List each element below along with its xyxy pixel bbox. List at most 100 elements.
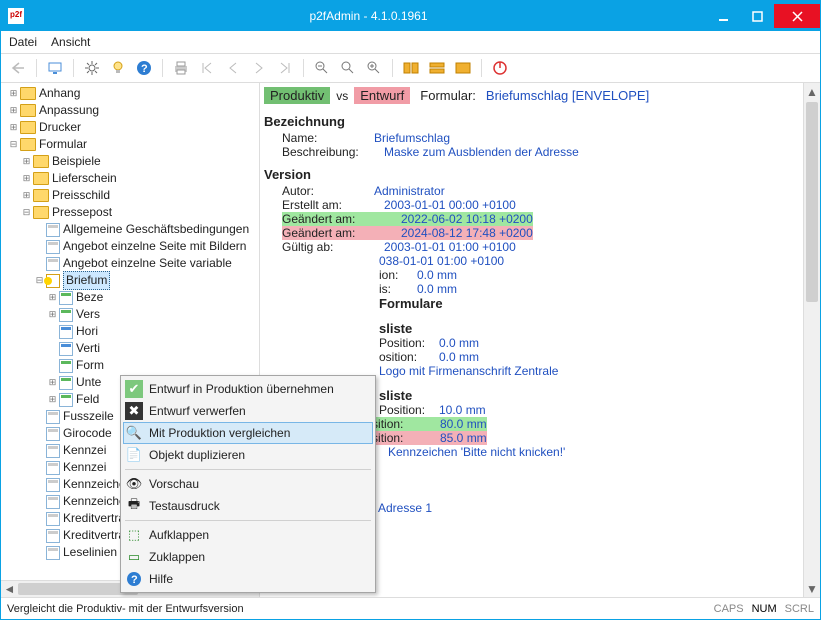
tree-node-form[interactable]: ....Form (7, 357, 259, 374)
folder-icon (20, 138, 36, 151)
page-icon (59, 359, 73, 373)
minimize-button[interactable] (706, 4, 740, 28)
tree-node-pressepost[interactable]: .⊟Pressepost (7, 204, 259, 221)
menu-view[interactable]: Ansicht (51, 35, 90, 49)
folder-icon (20, 121, 36, 134)
folder-icon (33, 155, 49, 168)
print-icon[interactable] (170, 57, 192, 79)
toolbar: ? (1, 54, 820, 83)
draft-tag: Entwurf (354, 87, 410, 104)
description-value: Maske zum Ausblenden der Adresse (384, 145, 579, 159)
tree-node-verti[interactable]: ....Verti (7, 340, 259, 357)
page-icon (46, 257, 60, 271)
ctx-expand[interactable]: ⬚Aufklappen (123, 524, 373, 546)
formulare-heading: Formulare (264, 296, 799, 311)
ctx-preview[interactable]: 👁Vorschau (123, 473, 373, 495)
maximize-button[interactable] (740, 4, 774, 28)
page-icon (46, 444, 60, 458)
tree-node-preisschild[interactable]: .⊞Preisschild (7, 187, 259, 204)
valid-to-value: 038-01-01 01:00 +0100 (379, 254, 504, 268)
page-icon (46, 240, 60, 254)
page-icon (59, 291, 73, 305)
num-indicator: NUM (752, 603, 777, 615)
ctx-testprint[interactable]: 🖶Testausdruck (123, 495, 373, 517)
help-icon[interactable]: ? (133, 57, 155, 79)
draft-page-icon (46, 274, 60, 288)
page-icon (59, 308, 73, 322)
next-icon[interactable] (248, 57, 270, 79)
window-title: p2fAdmin - 4.1.0.1961 (31, 9, 706, 23)
close-button[interactable] (774, 4, 820, 28)
ctx-compare[interactable]: 🔍Mit Produktion vergleichen (123, 422, 373, 444)
tree-node-anpassung[interactable]: ⊞Anpassung (7, 102, 259, 119)
page-icon (46, 223, 60, 237)
folder-icon (33, 189, 49, 202)
lightbulb-icon[interactable] (107, 57, 129, 79)
scroll-up-icon[interactable]: ▲ (804, 83, 820, 100)
tree-node-beze[interactable]: ...⊞Beze (7, 289, 259, 306)
window-stack-icon[interactable] (426, 57, 448, 79)
gear-icon[interactable] (81, 57, 103, 79)
tree-node-agb[interactable]: ...Allgemeine Geschäftsbedingungen (7, 221, 259, 238)
page-icon (59, 376, 73, 390)
tree-node-beispiele[interactable]: .⊞Beispiele (7, 153, 259, 170)
zoom-in-icon[interactable] (363, 57, 385, 79)
monitor-icon[interactable] (44, 57, 66, 79)
ctx-separator (125, 469, 371, 470)
page-icon (46, 478, 60, 492)
back-arrow-icon[interactable] (7, 57, 29, 79)
zoom-icon[interactable] (337, 57, 359, 79)
fieldname-value: Adresse 1 (378, 501, 432, 515)
page-icon (46, 495, 60, 509)
subform-link[interactable]: Kennzeichen 'Bitte nicht knicken!' (388, 445, 565, 459)
tree-node-vers[interactable]: ...⊞Vers (7, 306, 259, 323)
form-name-link[interactable]: Briefumschlag [ENVELOPE] (486, 88, 649, 103)
scroll-thumb[interactable] (806, 102, 818, 302)
ctx-collapse[interactable]: ▭Zuklappen (123, 546, 373, 568)
tree-node-drucker[interactable]: ⊞Drucker (7, 119, 259, 136)
expand-icon: ⬚ (125, 526, 143, 544)
context-menu: ✔Entwurf in Produktion übernehmen ✖Entwu… (120, 375, 376, 593)
page-icon (59, 342, 73, 356)
first-icon[interactable] (196, 57, 218, 79)
tree-node-briefumschlag[interactable]: ..⊟Briefum (7, 272, 259, 289)
page-icon (59, 325, 73, 339)
ctx-apply-draft[interactable]: ✔Entwurf in Produktion übernehmen (123, 378, 373, 400)
power-icon[interactable] (489, 57, 511, 79)
author-value: Administrator (374, 184, 445, 198)
tree-node-angebot-bilder[interactable]: ...Angebot einzelne Seite mit Bildern (7, 238, 259, 255)
productive-tag: Produktiv (264, 87, 330, 104)
title-bar: p2f p2fAdmin - 4.1.0.1961 (1, 1, 820, 31)
status-text: Vergleicht die Produktiv- mit der Entwur… (7, 603, 244, 615)
menubar: Datei Ansicht (1, 31, 820, 54)
ctx-discard-draft[interactable]: ✖Entwurf verwerfen (123, 400, 373, 422)
tree-node-formular[interactable]: ⊟Formular (7, 136, 259, 153)
tree-node-angebot-var[interactable]: ...Angebot einzelne Seite variable (7, 255, 259, 272)
folder-icon (33, 172, 49, 185)
created-value: 2003-01-01 00:00 +0100 (384, 198, 516, 212)
svg-text:?: ? (131, 574, 138, 586)
zoom-out-icon[interactable] (311, 57, 333, 79)
vs-label: vs (336, 89, 348, 103)
page-icon (46, 427, 60, 441)
scrl-indicator: SCRL (785, 603, 814, 615)
ctx-duplicate[interactable]: 📄Objekt duplizieren (123, 444, 373, 466)
tree-node-lieferschein[interactable]: .⊞Lieferschein (7, 170, 259, 187)
last-icon[interactable] (274, 57, 296, 79)
menu-file[interactable]: Datei (9, 35, 37, 49)
cross-icon: ✖ (125, 402, 143, 420)
compare-header: Produktiv vs Entwurf Formular: Briefumsc… (264, 87, 799, 104)
ctx-help[interactable]: ?Hilfe (123, 568, 373, 590)
help-icon: ? (125, 570, 143, 588)
window-tile-icon[interactable] (400, 57, 422, 79)
content-vertical-scrollbar[interactable]: ▲ ▼ (803, 83, 820, 597)
scroll-down-icon[interactable]: ▼ (804, 580, 820, 597)
logo-form-link[interactable]: Logo mit Firmenanschrift Zentrale (379, 364, 558, 378)
tree-node-anhang[interactable]: ⊞Anhang (7, 85, 259, 102)
page-icon (59, 393, 73, 407)
scroll-left-icon[interactable]: ◄ (1, 581, 18, 597)
tree-node-hori[interactable]: ....Hori (7, 323, 259, 340)
prev-icon[interactable] (222, 57, 244, 79)
page-icon (46, 410, 60, 424)
window-single-icon[interactable] (452, 57, 474, 79)
